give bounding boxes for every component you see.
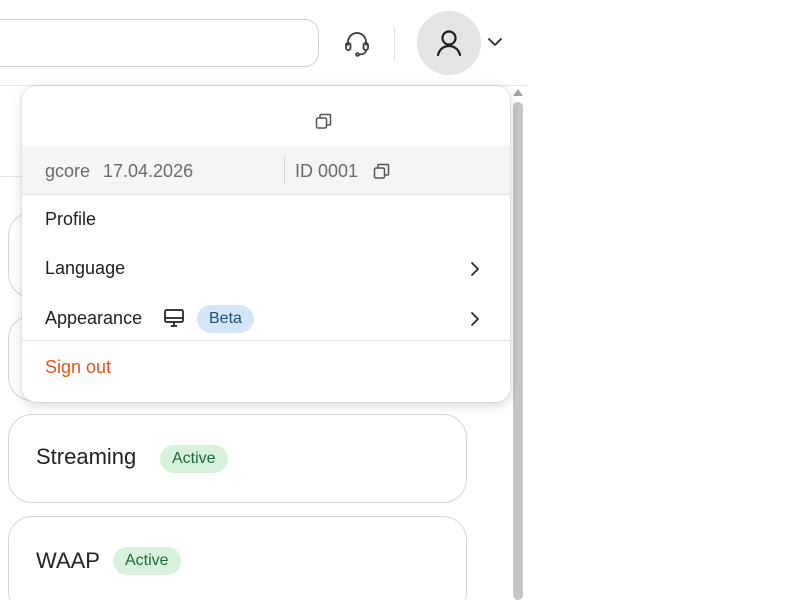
product-card-waap[interactable]: WAAP Active bbox=[8, 516, 467, 600]
status-badge: Active bbox=[160, 445, 228, 473]
copy-icon bbox=[373, 163, 389, 179]
status-badge: Active bbox=[113, 547, 181, 575]
header-divider bbox=[394, 27, 395, 59]
user-icon bbox=[436, 30, 462, 57]
avatar-button[interactable] bbox=[417, 11, 481, 75]
menu-item-label: Profile bbox=[45, 209, 97, 229]
product-card-streaming[interactable]: Streaming Active bbox=[8, 414, 467, 503]
monitor-icon bbox=[163, 307, 185, 329]
menu-item-label: Appearance bbox=[45, 308, 143, 328]
account-date: 17.04.2026 bbox=[103, 161, 194, 181]
copy-button[interactable] bbox=[314, 112, 332, 130]
chevron-down-icon bbox=[488, 38, 502, 46]
menu-item-language[interactable]: Language bbox=[22, 245, 510, 293]
account-id: ID 0001 bbox=[295, 161, 359, 181]
account-menu-toggle[interactable] bbox=[484, 30, 506, 54]
account-name: gcore bbox=[45, 161, 91, 181]
scrollbar[interactable] bbox=[511, 86, 525, 600]
beta-badge: Beta bbox=[197, 305, 254, 333]
menu-item-profile[interactable]: Profile bbox=[22, 196, 510, 244]
card-title: WAAP bbox=[36, 548, 100, 573]
copy-id-button[interactable] bbox=[372, 162, 390, 180]
account-separator bbox=[284, 156, 285, 184]
account-dropdown-menu: gcore 17.04.2026 ID 0001 Profile Languag… bbox=[22, 86, 510, 402]
copy-icon bbox=[315, 113, 331, 129]
menu-divider bbox=[22, 340, 510, 341]
sign-out-button[interactable]: Sign out bbox=[22, 344, 510, 392]
menu-header bbox=[22, 86, 510, 146]
sign-out-label: Sign out bbox=[45, 357, 112, 377]
scroll-up-arrow[interactable] bbox=[513, 89, 523, 96]
chevron-right-icon bbox=[468, 310, 482, 328]
headset-icon bbox=[345, 32, 369, 57]
menu-item-appearance[interactable]: Appearance Beta bbox=[22, 295, 510, 343]
support-button[interactable] bbox=[340, 26, 374, 60]
top-header bbox=[0, 0, 526, 86]
account-info-row: gcore 17.04.2026 ID 0001 bbox=[22, 146, 510, 195]
scrollbar-thumb[interactable] bbox=[513, 102, 523, 600]
search-input[interactable] bbox=[0, 19, 319, 67]
card-title: Streaming bbox=[36, 444, 137, 469]
menu-item-label: Language bbox=[45, 258, 126, 278]
chevron-right-icon bbox=[468, 260, 482, 278]
